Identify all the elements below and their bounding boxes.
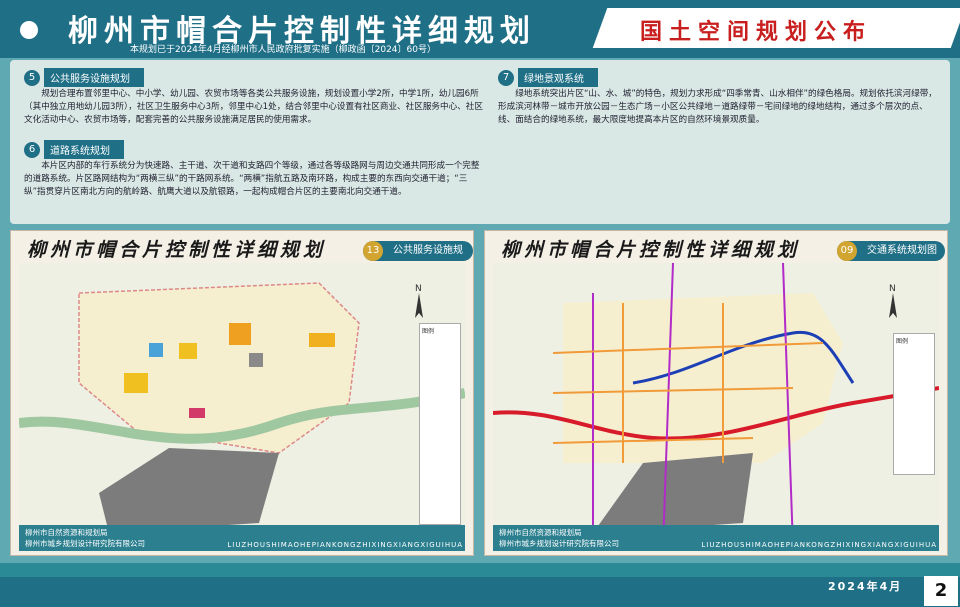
org-names: 柳州市自然资源和规划局 柳州市城乡规划设计研究院有限公司 <box>25 527 145 549</box>
traffic-map[interactable]: N 图例 <box>492 262 940 548</box>
header-dot-icon <box>20 21 38 39</box>
map-label-badge: 09 交通系统规划图 <box>837 241 945 261</box>
pinyin-text: LIUZHOUSHIMAOHEPIANKONGZHIXINGXIANGXIGUI… <box>227 541 463 549</box>
footer-band <box>0 563 960 577</box>
section-5-text: 规划合理布置邻里中心、中小学、幼儿园、农贸市场等各类公共服务设施，规划设置小学2… <box>24 89 483 125</box>
map-label: 交通系统规划图 <box>867 245 937 256</box>
section-5-heading: 5 公共服务设施规划 <box>24 68 144 87</box>
map-label-badge: 13 公共服务设施规划图 <box>363 241 473 276</box>
text-panel <box>10 60 950 224</box>
traffic-map-card: 柳州市帽合片控制性详细规划 09 交通系统规划图 N 图例 柳州市自然资源和规划 <box>484 230 948 556</box>
map-legend: 图例 <box>893 333 935 475</box>
section-title: 公共服务设施规划 <box>44 68 144 87</box>
section-number: 5 <box>24 69 40 86</box>
legend-title: 图例 <box>422 328 435 335</box>
footer-date: 2024年4月 <box>828 580 903 593</box>
section-number: 6 <box>24 141 40 158</box>
map-title: 柳州市帽合片控制性详细规划 <box>27 239 327 261</box>
org-line-1: 柳州市自然资源和规划局 <box>25 528 108 537</box>
page-number: 2 <box>924 576 958 606</box>
notice-text: 国土空间规划公布 <box>640 20 873 45</box>
approval-subtitle: 本规划已于2024年4月经柳州市人民政府批复实施（柳政函〔2024〕60号） <box>130 45 436 55</box>
org-line-2: 柳州市城乡规划设计研究院有限公司 <box>499 539 619 548</box>
traffic-map-graphic: N <box>492 262 940 548</box>
section-number: 7 <box>498 69 514 86</box>
org-line-2: 柳州市城乡规划设计研究院有限公司 <box>25 539 145 548</box>
public-service-map[interactable]: N 图例 <box>18 263 467 547</box>
section-7-text: 绿地系统突出片区“山、水、城”的特色，规划力求形成“四季常青、山水相伴”的绿色格… <box>498 89 937 125</box>
section-title: 道路系统规划 <box>44 140 124 159</box>
legend-title: 图例 <box>896 338 909 345</box>
map-legend: 图例 <box>419 323 461 525</box>
public-service-map-graphic: N <box>18 263 467 547</box>
map-number: 09 <box>837 241 857 261</box>
map-number: 13 <box>363 241 383 261</box>
pinyin-text: LIUZHOUSHIMAOHEPIANKONGZHIXINGXIANGXIGUI… <box>701 541 937 549</box>
public-service-map-card: 柳州市帽合片控制性详细规划 13 公共服务设施规划图 N 图例 柳州市自然资源和… <box>10 230 474 556</box>
svg-text:N: N <box>889 284 896 294</box>
section-6-text: 本片区内部的车行系统分为快速路、主干道、次干道和支路四个等级，通过各等级路网与周… <box>24 161 480 197</box>
org-line-1: 柳州市自然资源和规划局 <box>499 528 582 537</box>
section-title: 绿地景观系统 <box>518 68 598 87</box>
section-6-heading: 6 道路系统规划 <box>24 140 124 159</box>
svg-text:N: N <box>415 284 422 294</box>
org-names: 柳州市自然资源和规划局 柳州市城乡规划设计研究院有限公司 <box>499 527 619 549</box>
section-7-heading: 7 绿地景观系统 <box>498 68 598 87</box>
map-title: 柳州市帽合片控制性详细规划 <box>501 239 801 261</box>
